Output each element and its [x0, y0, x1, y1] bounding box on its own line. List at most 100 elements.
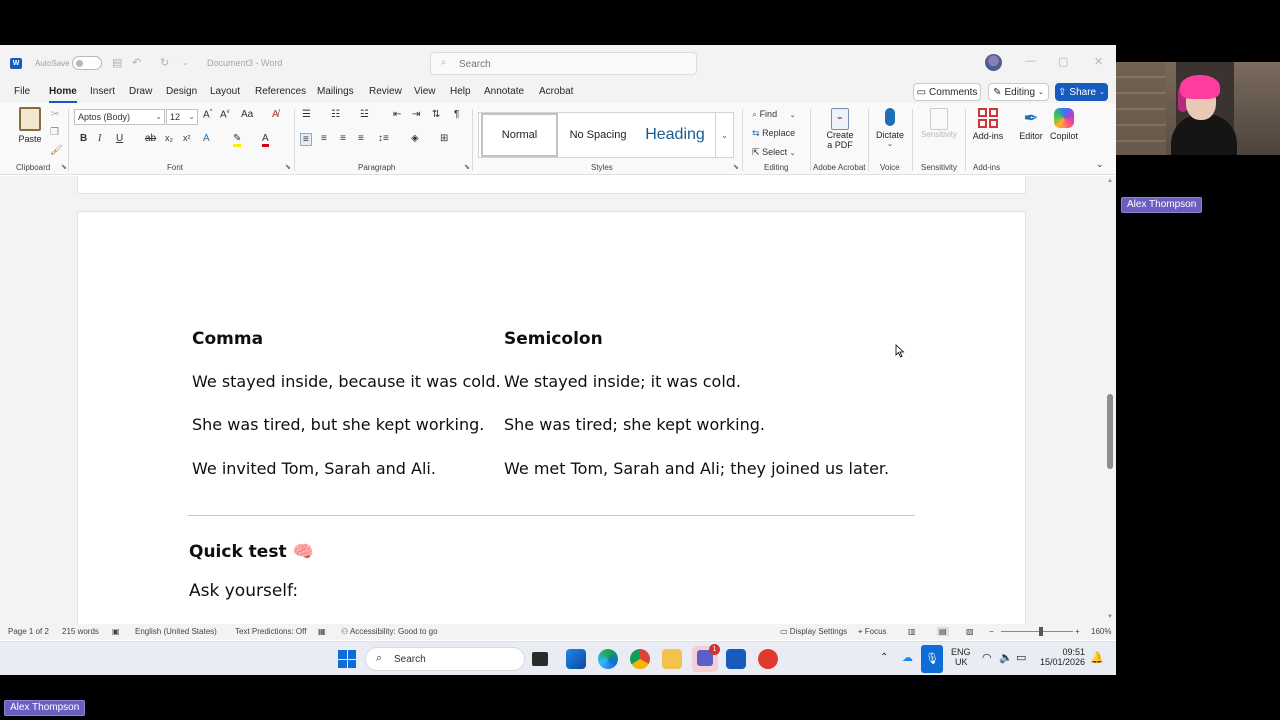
scroll-down-icon[interactable]: ▼	[1107, 614, 1113, 620]
borders-icon[interactable]: ⊞	[440, 133, 448, 144]
volume-icon[interactable]: 🔈	[999, 651, 1013, 664]
customize-toolbar-icon[interactable]: ⌄	[182, 58, 189, 67]
tab-help[interactable]: Help	[450, 86, 471, 97]
paste-button[interactable]: Paste	[16, 107, 44, 144]
read-mode-icon[interactable]: ▥	[908, 627, 916, 636]
notifications-icon[interactable]: 🔔	[1090, 651, 1104, 664]
focus-button[interactable]: ⌖ Focus	[858, 627, 887, 637]
align-center-icon[interactable]: ≡	[321, 133, 327, 144]
show-formatting-icon[interactable]: ¶	[454, 109, 459, 120]
scroll-up-icon[interactable]: ▲	[1107, 178, 1113, 184]
taskbar-search[interactable]: ⌕ Search	[365, 647, 525, 671]
share-button[interactable]: ⇪ Share ⌄	[1055, 83, 1108, 101]
create-pdf-button[interactable]: ⌁ Create a PDF	[820, 108, 860, 150]
shading-icon[interactable]: ◈	[411, 133, 419, 144]
text-predictions-status[interactable]: Text Predictions: Off	[235, 627, 306, 636]
zoom-slider[interactable]	[1001, 631, 1073, 632]
task-view-icon[interactable]	[532, 652, 548, 666]
style-heading[interactable]: Heading	[635, 113, 715, 157]
macro-icon[interactable]: ▦	[318, 627, 326, 636]
select-button[interactable]: ⇱ Select ⌄	[752, 147, 795, 158]
language-status[interactable]: English (United States)	[135, 627, 217, 636]
strikethrough-icon[interactable]: ab	[145, 133, 156, 144]
onedrive-icon[interactable]: ☁	[902, 651, 913, 664]
word-taskbar-icon[interactable]	[726, 649, 746, 669]
acrobat-taskbar-icon[interactable]	[758, 649, 778, 669]
zoom-slider-thumb[interactable]	[1039, 627, 1043, 636]
align-right-icon[interactable]: ≡	[340, 133, 346, 144]
tab-draw[interactable]: Draw	[129, 86, 152, 97]
bullets-icon[interactable]: ☰	[302, 109, 311, 120]
grow-font-icon[interactable]: A^	[203, 109, 213, 120]
style-no-spacing[interactable]: No Spacing	[561, 113, 635, 157]
dictate-button[interactable]: Dictate ⌄	[872, 108, 908, 148]
accessibility-status[interactable]: ⚇ Accessibility: Good to go	[341, 627, 438, 636]
numbering-icon[interactable]: ☷	[331, 109, 340, 120]
document-canvas[interactable]: Comma Semicolon We stayed inside, becaus…	[0, 176, 1116, 624]
editing-mode-button[interactable]: ✎ Editing ⌄	[988, 83, 1049, 101]
tab-layout[interactable]: Layout	[210, 86, 240, 97]
bold-icon[interactable]: B	[80, 133, 87, 144]
tray-overflow-icon[interactable]: ⌃	[880, 652, 888, 663]
profile-avatar[interactable]	[985, 54, 1002, 71]
input-language[interactable]: ENG UK	[951, 647, 971, 667]
scroll-thumb[interactable]	[1107, 394, 1113, 469]
zoom-in-icon[interactable]: +	[1075, 627, 1080, 636]
copilot-button[interactable]: Copilot	[1046, 108, 1082, 141]
format-painter-icon[interactable]: 🖌	[50, 145, 63, 156]
clipboard-launcher-icon[interactable]: ⬊	[61, 163, 67, 171]
tab-mailings[interactable]: Mailings	[317, 86, 354, 97]
tab-review[interactable]: Review	[369, 86, 402, 97]
microphone-tray-icon[interactable]: 🎙	[921, 645, 943, 673]
display-settings-button[interactable]: ▭ Display Settings	[780, 627, 847, 636]
wifi-icon[interactable]: ◠	[982, 651, 992, 664]
align-left-icon[interactable]: ≡	[300, 133, 312, 146]
multilevel-list-icon[interactable]: ☳	[360, 109, 369, 120]
windows-start-icon[interactable]	[338, 650, 356, 668]
underline-icon[interactable]: U	[116, 133, 123, 144]
teams-icon[interactable]: 1	[692, 644, 720, 672]
tab-references[interactable]: References	[255, 86, 306, 97]
save-icon[interactable]: ▤	[112, 56, 122, 69]
page-count[interactable]: Page 1 of 2	[8, 627, 49, 636]
font-size-select[interactable]: 12 ⌄	[166, 109, 198, 125]
web-layout-icon[interactable]: ▧	[966, 627, 974, 636]
minimize-icon[interactable]: —	[1025, 55, 1036, 67]
tab-annotate[interactable]: Annotate	[484, 86, 524, 97]
decrease-indent-icon[interactable]: ⇤	[393, 109, 401, 120]
editor-button[interactable]: ✒ Editor	[1013, 108, 1049, 141]
search-input[interactable]	[459, 56, 679, 72]
paragraph-launcher-icon[interactable]: ⬊	[464, 163, 470, 171]
tab-home[interactable]: Home	[49, 86, 77, 103]
tab-view[interactable]: View	[414, 86, 436, 97]
chrome-icon[interactable]	[630, 649, 650, 669]
cut-icon[interactable]: ✂	[51, 109, 59, 120]
styles-more-button[interactable]: ⌄	[715, 113, 733, 157]
tab-design[interactable]: Design	[166, 86, 197, 97]
subscript-icon[interactable]: x₂	[165, 133, 173, 143]
replace-button[interactable]: ⇆ Replace	[752, 128, 795, 139]
text-effects-icon[interactable]: A	[203, 133, 210, 144]
font-color-icon[interactable]: A	[262, 133, 269, 147]
clock[interactable]: 09:51 15/01/2026	[1040, 647, 1085, 667]
shrink-font-icon[interactable]: Av	[220, 109, 230, 120]
line-spacing-icon[interactable]: ↕≡	[378, 133, 389, 144]
zoom-out-icon[interactable]: −	[989, 627, 994, 636]
justify-icon[interactable]: ≡	[358, 133, 364, 144]
addins-button[interactable]: Add-ins	[969, 108, 1007, 141]
close-icon[interactable]: ✕	[1094, 55, 1103, 68]
edge-icon[interactable]	[598, 649, 618, 669]
tab-acrobat[interactable]: Acrobat	[539, 86, 573, 97]
file-explorer-icon[interactable]	[662, 649, 682, 669]
battery-icon[interactable]: ▭	[1016, 651, 1026, 664]
redo-icon[interactable]: ↻	[160, 56, 169, 69]
zoom-level[interactable]: 160%	[1091, 627, 1111, 636]
print-layout-icon[interactable]: ▤	[937, 627, 949, 636]
clear-formatting-icon[interactable]: A̸	[272, 109, 279, 120]
font-launcher-icon[interactable]: ⬊	[285, 163, 291, 171]
sort-icon[interactable]: ⇅	[432, 109, 440, 120]
increase-indent-icon[interactable]: ⇥	[412, 109, 420, 120]
sensitivity-button[interactable]: Sensitivity	[917, 108, 961, 139]
find-button[interactable]: ⌕ Find ⌄	[752, 109, 795, 120]
maximize-icon[interactable]: ▢	[1058, 55, 1068, 68]
